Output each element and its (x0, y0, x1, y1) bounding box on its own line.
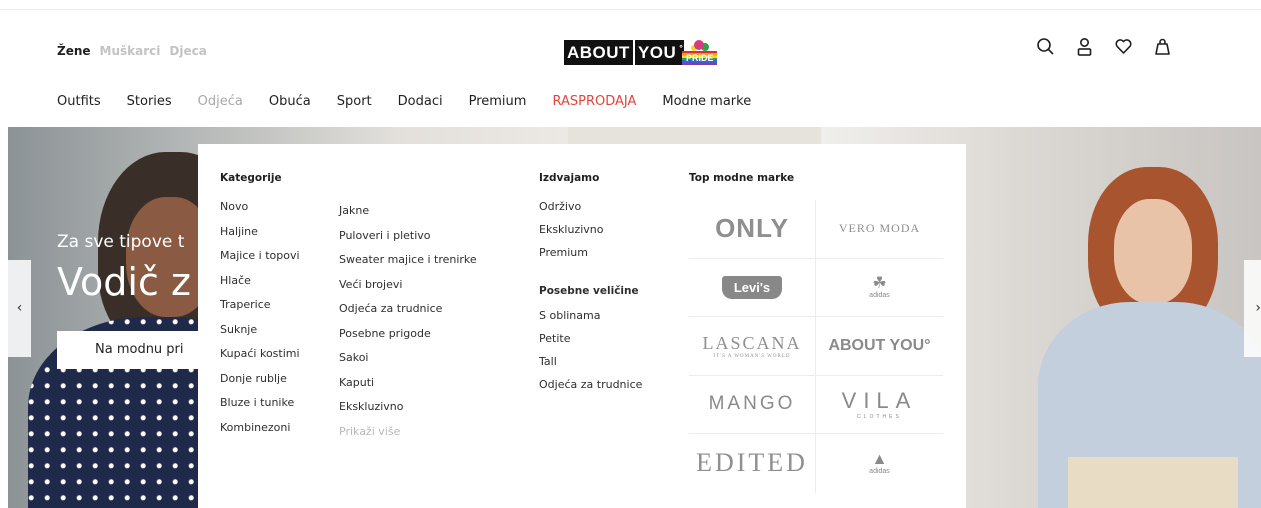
menu-item-occasions[interactable]: Posebne prigode (339, 326, 477, 351)
brand-only[interactable]: ONLY (689, 200, 816, 259)
nav-shoes[interactable]: Obuća (269, 94, 311, 109)
brand-edited[interactable]: EDITED (689, 434, 816, 493)
menu-item-jumpsuits[interactable]: Kombinezoni (220, 420, 300, 445)
brand-adidas-performance-label: adidas (869, 467, 890, 475)
menu-item-maternity[interactable]: Odjeća za trudnice (339, 301, 477, 326)
brand-vila-tagline: CLOTHES (857, 414, 902, 421)
menu-item-jackets[interactable]: Jakne (339, 203, 477, 228)
brand-lascana-name: LASCANA (702, 332, 802, 353)
menu-item-exclusive[interactable]: Ekskluzivno (339, 399, 477, 424)
clothing-mega-menu: Kategorije Novo Haljine Majice i topovi … (198, 144, 966, 508)
show-more-link[interactable]: Prikaži više (339, 424, 477, 449)
nav-stories[interactable]: Stories (127, 94, 172, 109)
gender-switch: Žene Muškarci Djeca (57, 44, 207, 58)
menu-item-blouses[interactable]: Bluze i tunike (220, 395, 300, 420)
top-brands-grid: ONLY VERO MODA Levi's ☘ adidas LASCANA IT'… (689, 200, 943, 493)
brand-mango-logo: MANGO (708, 393, 796, 415)
categories-column-2: Jakne Puloveri i pletivo Sweater majice … (339, 203, 477, 448)
menu-item-skirts[interactable]: Suknje (220, 322, 300, 347)
brand-adidas-performance[interactable]: ▲ adidas (816, 434, 943, 493)
brand-levis[interactable]: Levi's (689, 258, 816, 317)
brand-levis-logo: Levi's (721, 275, 783, 299)
brand-adidas-originals-label: adidas (869, 291, 890, 299)
about-you-logo[interactable]: ABOUT YOU ° PRIDE (564, 35, 718, 65)
nav-clothing[interactable]: Odjeća (198, 94, 243, 109)
special-sizes-heading: Posebne veličine (539, 285, 639, 297)
logo-about: ABOUT (564, 40, 633, 65)
brand-about-you-logo: ABOUT YOU° (828, 336, 931, 354)
adidas-performance-icon: ▲ adidas (869, 450, 890, 475)
brand-lascana-logo: LASCANA IT'S A WOMAN'S WORLD (702, 333, 801, 359)
menu-item-blazers[interactable]: Sakoi (339, 350, 477, 375)
gender-tab-kids[interactable]: Djeca (169, 44, 206, 58)
menu-item-dresses[interactable]: Haljine (220, 224, 300, 249)
logo-you-text: YOU (637, 43, 677, 62)
bag-icon[interactable] (1153, 36, 1172, 58)
carousel-prev-button[interactable]: ‹ (8, 260, 31, 357)
brand-vila-name: VILA (841, 388, 918, 414)
hero-subtitle: Za sve tipove t (57, 232, 185, 252)
search-icon[interactable] (1036, 36, 1055, 58)
heart-icon[interactable] (1114, 36, 1133, 58)
brand-about-you[interactable]: ABOUT YOU° (816, 317, 943, 376)
nav-brands[interactable]: Modne marke (662, 94, 751, 109)
top-divider (0, 0, 1261, 10)
brand-vero-moda-logo: VERO MODA (838, 221, 921, 236)
nav-sport[interactable]: Sport (337, 94, 372, 109)
top-brands-heading: Top modne marke (689, 172, 795, 184)
gender-tab-men[interactable]: Muškarci (100, 44, 161, 58)
menu-item-sizes-maternity[interactable]: Odjeća za trudnice (539, 377, 642, 400)
main-nav: Outfits Stories Odjeća Obuća Sport Dodac… (57, 94, 777, 109)
hero-title: Vodič z (57, 260, 191, 304)
menu-item-knitwear[interactable]: Puloveri i pletivo (339, 228, 477, 253)
menu-item-underwear[interactable]: Donje rublje (220, 371, 300, 396)
brand-lascana-tagline: IT'S A WOMAN'S WORLD (713, 353, 791, 359)
brand-adidas-originals[interactable]: ☘ adidas (816, 259, 943, 317)
menu-item-tops[interactable]: Majice i topovi (220, 248, 300, 273)
hero-cta-button[interactable]: Na modnu pri (57, 331, 217, 369)
menu-item-jeans[interactable]: Traperice (220, 297, 300, 322)
menu-item-tall[interactable]: Tall (539, 354, 642, 377)
menu-item-petite[interactable]: Petite (539, 331, 642, 354)
nav-premium[interactable]: Premium (469, 94, 527, 109)
brand-mango[interactable]: MANGO (689, 375, 816, 434)
logo-you: YOU ° (634, 40, 685, 65)
brand-edited-logo: EDITED (696, 448, 808, 478)
menu-item-plus-sizes[interactable]: Veći brojevi (339, 277, 477, 302)
nav-sale[interactable]: RASPRODAJA (552, 94, 636, 109)
header-icons (1036, 36, 1172, 58)
model-right-skirt (1068, 457, 1238, 508)
menu-item-featured-premium[interactable]: Premium (539, 245, 642, 268)
adidas-trefoil-icon: ☘ adidas (869, 274, 890, 299)
menu-item-sweatshirts[interactable]: Sweater majice i trenirke (339, 252, 477, 277)
user-icon[interactable] (1075, 36, 1094, 58)
carousel-next-button[interactable]: › (1244, 260, 1261, 357)
pride-badge: PRIDE (682, 40, 718, 65)
brand-only-logo: ONLY (715, 213, 789, 244)
featured-heading: Izdvajamo (539, 172, 600, 184)
nav-outfits[interactable]: Outfits (57, 94, 101, 109)
model-right-face (1114, 199, 1192, 304)
featured-column: Izdvajamo Održivo Ekskluzivno Premium Po… (539, 172, 642, 400)
menu-item-swimwear[interactable]: Kupaći kostimi (220, 346, 300, 371)
categories-heading: Kategorije (220, 172, 282, 184)
flower-icon (694, 40, 705, 50)
brand-vero-moda[interactable]: VERO MODA (816, 200, 943, 259)
categories-column: Kategorije Novo Haljine Majice i topovi … (220, 172, 300, 444)
pride-label: PRIDE (686, 53, 714, 63)
menu-item-curvy[interactable]: S oblinama (539, 308, 642, 331)
brand-vila-logo: VILA CLOTHES (842, 388, 918, 420)
menu-item-featured-exclusive[interactable]: Ekskluzivno (539, 222, 642, 245)
gender-tab-women[interactable]: Žene (57, 44, 91, 58)
menu-item-new[interactable]: Novo (220, 199, 300, 224)
brand-vila[interactable]: VILA CLOTHES (816, 376, 943, 434)
brand-lascana[interactable]: LASCANA IT'S A WOMAN'S WORLD (689, 317, 816, 376)
nav-accessories[interactable]: Dodaci (398, 94, 443, 109)
menu-item-sustainable[interactable]: Održivo (539, 199, 642, 222)
menu-item-coats[interactable]: Kaputi (339, 375, 477, 400)
menu-item-trousers[interactable]: Hlače (220, 273, 300, 298)
